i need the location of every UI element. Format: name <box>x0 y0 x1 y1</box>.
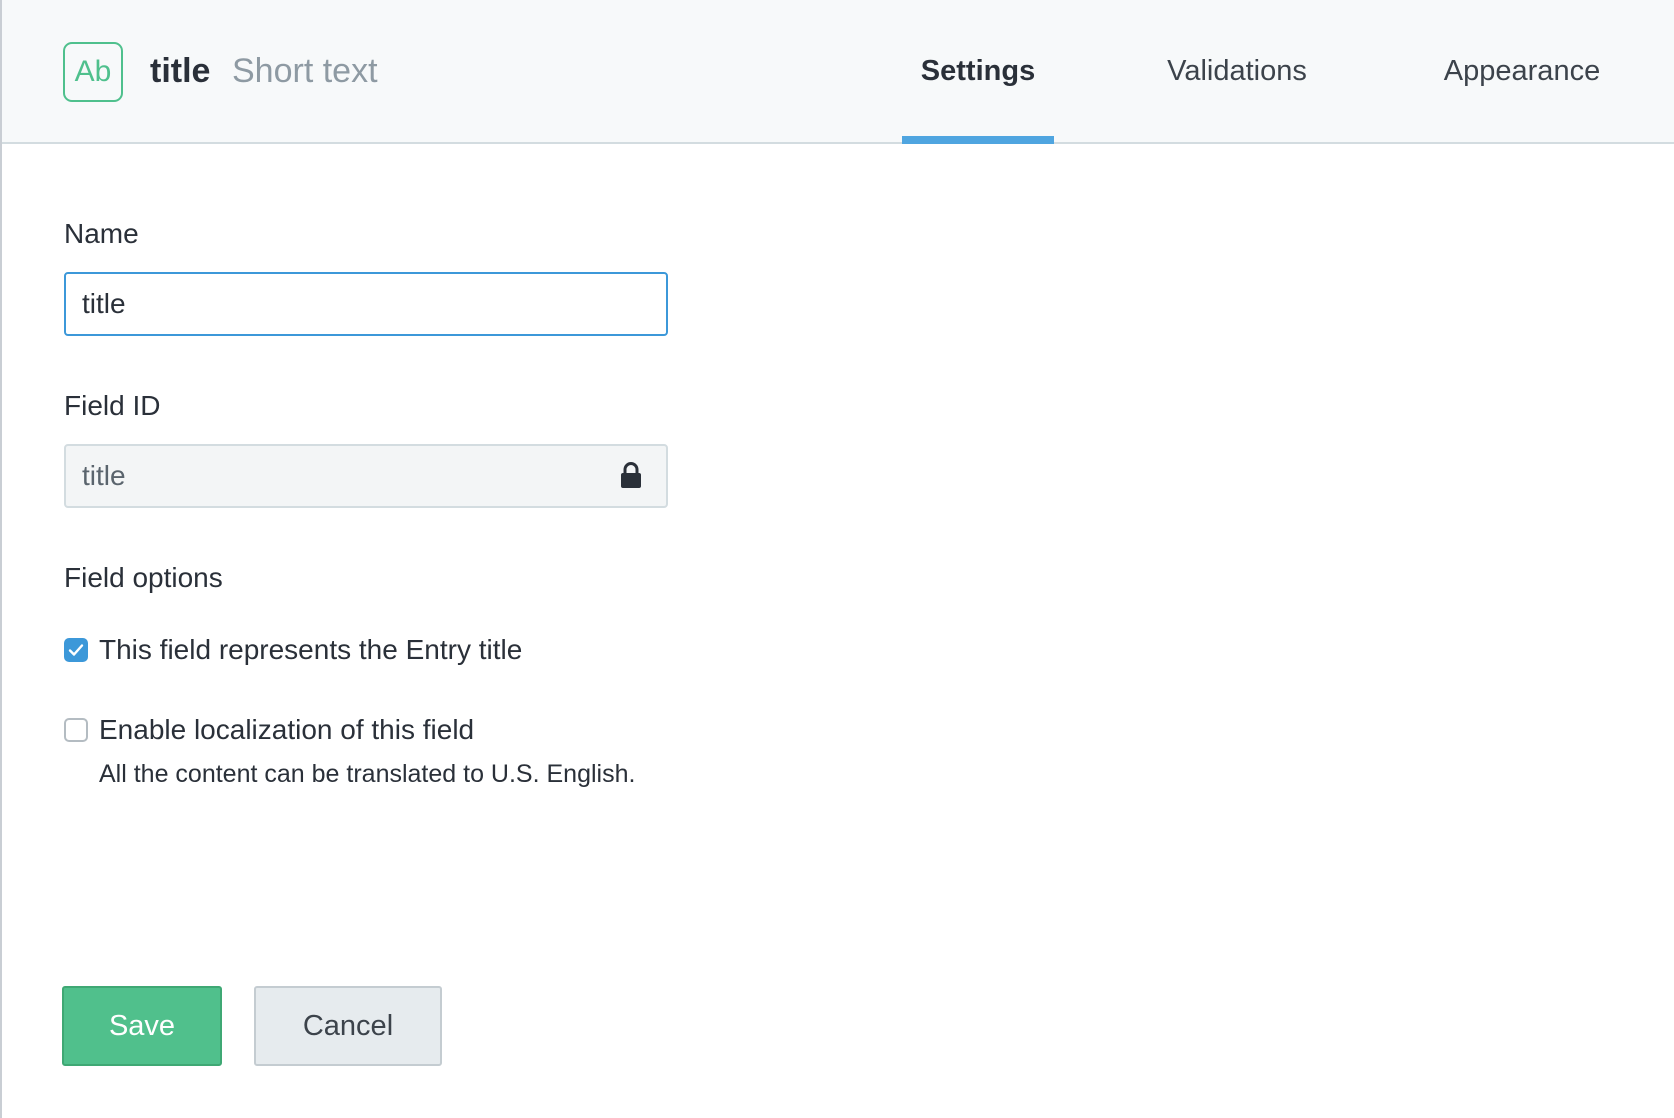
field-options-label: Field options <box>64 562 223 593</box>
field-editor-dialog: Ab title Short text Settings Validations… <box>0 0 1674 1118</box>
checkmark-icon <box>68 644 84 656</box>
name-input[interactable] <box>64 272 668 336</box>
localization-checkbox[interactable] <box>64 718 88 742</box>
tab-bar: Settings Validations Appearance <box>2 0 1674 144</box>
field-id-label: Field ID <box>64 390 161 421</box>
name-label: Name <box>64 218 139 249</box>
tab-validations[interactable]: Validations <box>1152 48 1322 94</box>
entry-title-option[interactable]: This field represents the Entry title <box>64 630 522 670</box>
save-button[interactable]: Save <box>62 986 222 1066</box>
cancel-button[interactable]: Cancel <box>254 986 442 1066</box>
field-editor-header: Ab title Short text Settings Validations… <box>2 0 1674 144</box>
entry-title-option-label: This field represents the Entry title <box>99 634 523 665</box>
localization-option[interactable]: Enable localization of this field <box>64 710 474 750</box>
localization-option-label: Enable localization of this field <box>99 714 475 745</box>
tab-appearance[interactable]: Appearance <box>1432 48 1612 94</box>
entry-title-checkbox[interactable] <box>64 638 88 662</box>
localization-help-text: All the content can be translated to U.S… <box>99 760 636 788</box>
tab-settings[interactable]: Settings <box>902 48 1054 94</box>
lock-icon <box>621 462 641 488</box>
field-id-input <box>64 444 668 508</box>
active-tab-indicator <box>902 136 1054 144</box>
